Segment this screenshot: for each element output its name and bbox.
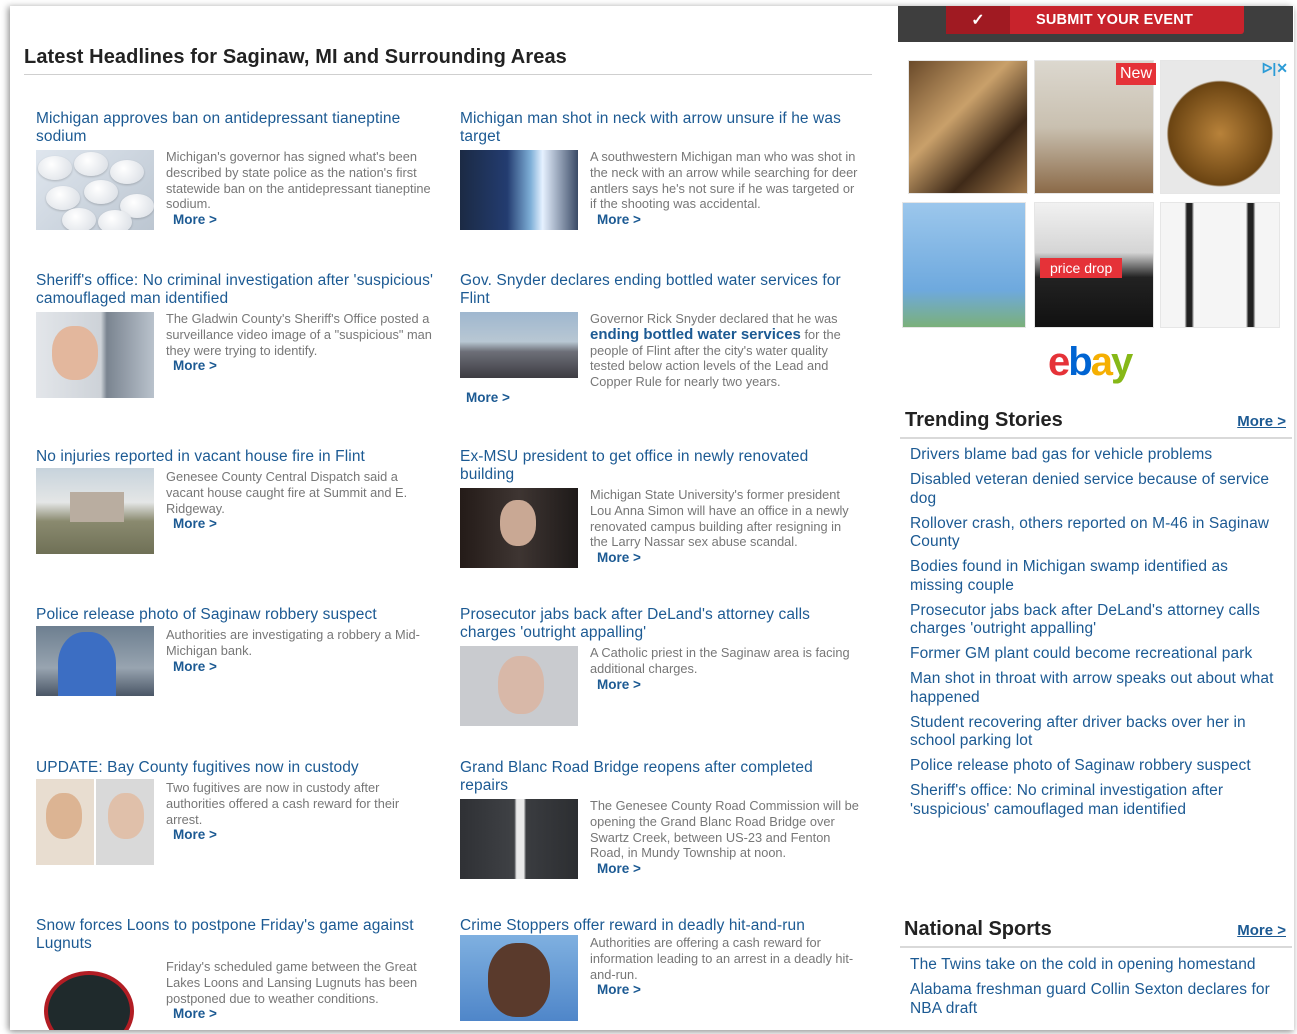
more-link[interactable]: More >: [597, 982, 860, 998]
story-card: No injuries reported in vacant house fir…: [36, 448, 436, 554]
sports-item[interactable]: The Twins take on the cold in opening ho…: [910, 956, 1285, 975]
page-title: Latest Headlines for Saginaw, MI and Sur…: [24, 46, 567, 68]
story-thumbnail[interactable]: [36, 959, 154, 1030]
ad-product-tile[interactable]: [902, 202, 1026, 328]
more-link[interactable]: More >: [597, 212, 860, 228]
checkmark-icon: ✓: [946, 6, 1010, 34]
story-card: Gov. Snyder declares ending bottled wate…: [460, 272, 860, 406]
ad-choices-icon[interactable]: ᐅ|✕: [1262, 60, 1288, 77]
trending-item[interactable]: Former GM plant could become recreationa…: [910, 645, 1285, 664]
story-card: Police release photo of Saginaw robbery …: [36, 606, 436, 696]
more-link[interactable]: More >: [173, 358, 436, 374]
price-drop-badge: price drop: [1040, 258, 1123, 278]
story-headline[interactable]: Grand Blanc Road Bridge reopens after co…: [460, 759, 860, 795]
story-headline[interactable]: Crime Stoppers offer reward in deadly hi…: [460, 917, 860, 935]
trending-title: Trending Stories: [905, 409, 1063, 431]
more-link[interactable]: More >: [173, 516, 436, 532]
trending-list: Drivers blame bad gas for vehicle proble…: [910, 446, 1285, 826]
trending-item[interactable]: Drivers blame bad gas for vehicle proble…: [910, 446, 1285, 465]
trending-item[interactable]: Rollover crash, others reported on M-46 …: [910, 515, 1285, 552]
more-link[interactable]: More >: [173, 827, 436, 843]
story-card: Ex-MSU president to get office in newly …: [460, 448, 860, 568]
trending-item[interactable]: Disabled veteran denied service because …: [910, 471, 1285, 508]
trending-item[interactable]: Sheriff's office: No criminal investigat…: [910, 782, 1285, 819]
more-link[interactable]: More >: [173, 659, 436, 675]
sports-more-link[interactable]: More >: [1237, 922, 1286, 939]
submit-event-bar: ✓ SUBMIT YOUR EVENT: [898, 6, 1293, 42]
story-headline[interactable]: UPDATE: Bay County fugitives now in cust…: [36, 759, 436, 777]
sports-item[interactable]: Alabama freshman guard Collin Sexton dec…: [910, 981, 1285, 1018]
loon-logo-icon: [44, 971, 134, 1030]
sports-title: National Sports: [904, 918, 1052, 940]
divider: [24, 74, 872, 75]
story-thumbnail[interactable]: [460, 488, 578, 568]
sports-list: The Twins take on the cold in opening ho…: [910, 956, 1285, 1025]
story-headline[interactable]: Gov. Snyder declares ending bottled wate…: [460, 272, 860, 308]
story-headline[interactable]: Prosecutor jabs back after DeLand's atto…: [460, 606, 860, 642]
more-link[interactable]: More >: [597, 550, 860, 566]
story-card: Sheriff's office: No criminal investigat…: [36, 272, 436, 398]
story-thumbnail[interactable]: [36, 312, 154, 398]
story-card: Snow forces Loons to postpone Friday's g…: [36, 917, 436, 1030]
more-link[interactable]: More >: [173, 212, 436, 228]
story-headline[interactable]: Sheriff's office: No criminal investigat…: [36, 272, 436, 308]
more-link[interactable]: More >: [597, 677, 860, 693]
ebay-logo[interactable]: ebay: [1048, 340, 1133, 385]
story-headline[interactable]: Michigan approves ban on antidepressant …: [36, 110, 436, 146]
story-card: Grand Blanc Road Bridge reopens after co…: [460, 759, 860, 879]
story-card: Crime Stoppers offer reward in deadly hi…: [460, 917, 860, 1021]
more-link[interactable]: More >: [466, 390, 860, 406]
inline-highlight-link[interactable]: ending bottled water services: [590, 326, 801, 343]
story-headline[interactable]: No injuries reported in vacant house fir…: [36, 448, 436, 466]
ad-product-tile[interactable]: [908, 60, 1028, 194]
story-headline[interactable]: Police release photo of Saginaw robbery …: [36, 606, 436, 624]
trending-more-link[interactable]: More >: [1237, 413, 1286, 430]
story-thumbnail[interactable]: [36, 468, 154, 554]
trending-item[interactable]: Prosecutor jabs back after DeLand's atto…: [910, 602, 1285, 639]
story-card: Michigan approves ban on antidepressant …: [36, 110, 436, 230]
story-thumbnail[interactable]: [460, 150, 578, 230]
story-headline[interactable]: Michigan man shot in neck with arrow uns…: [460, 110, 860, 146]
story-card: Prosecutor jabs back after DeLand's atto…: [460, 606, 860, 726]
new-badge: New: [1116, 63, 1157, 85]
ad-product-tile[interactable]: [1160, 202, 1280, 328]
submit-event-button[interactable]: ✓ SUBMIT YOUR EVENT: [946, 6, 1244, 34]
trending-item[interactable]: Man shot in throat with arrow speaks out…: [910, 670, 1285, 707]
more-link[interactable]: More >: [597, 861, 860, 877]
more-link[interactable]: More >: [173, 1006, 436, 1022]
trending-item[interactable]: Student recovering after driver backs ov…: [910, 714, 1285, 751]
trending-item[interactable]: Bodies found in Michigan swamp identifie…: [910, 558, 1285, 595]
story-thumbnail[interactable]: [36, 779, 154, 865]
story-thumbnail[interactable]: [460, 312, 578, 378]
page-frame: Latest Headlines for Saginaw, MI and Sur…: [10, 6, 1294, 1030]
ad-product-tile[interactable]: [1160, 60, 1280, 194]
story-thumbnail[interactable]: [460, 935, 578, 1021]
trending-item[interactable]: Police release photo of Saginaw robbery …: [910, 757, 1285, 776]
story-headline[interactable]: Ex-MSU president to get office in newly …: [460, 448, 860, 484]
story-thumbnail[interactable]: [460, 799, 578, 879]
story-thumbnail[interactable]: [460, 646, 578, 726]
story-card: Michigan man shot in neck with arrow uns…: [460, 110, 860, 230]
divider: [900, 437, 1292, 439]
story-headline[interactable]: Snow forces Loons to postpone Friday's g…: [36, 917, 436, 953]
story-card: UPDATE: Bay County fugitives now in cust…: [36, 759, 436, 865]
divider: [900, 946, 1292, 948]
story-thumbnail[interactable]: [36, 626, 154, 696]
ebay-ad[interactable]: New ᐅ|✕ price drop ebay: [900, 56, 1292, 396]
story-thumbnail[interactable]: [36, 150, 154, 230]
submit-event-label: SUBMIT YOUR EVENT: [1036, 12, 1194, 28]
